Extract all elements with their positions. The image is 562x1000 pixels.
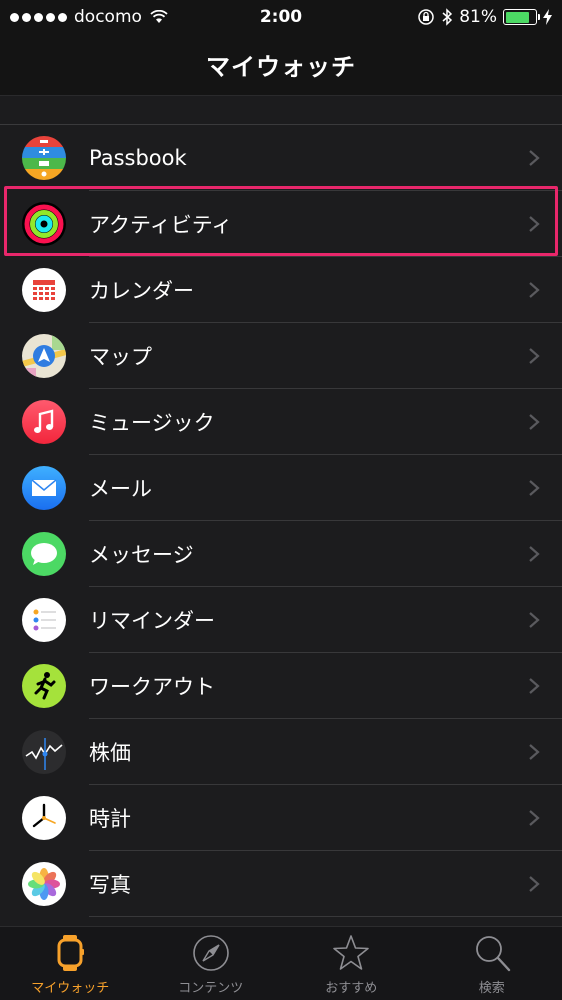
app-row-passbook[interactable]: Passbook xyxy=(0,125,562,191)
calendar-icon xyxy=(22,268,66,312)
chevron-right-icon xyxy=(529,546,540,562)
app-row-stocks[interactable]: 株価 xyxy=(0,719,562,785)
page-title: マイウォッチ xyxy=(206,53,356,81)
music-icon xyxy=(22,400,66,444)
app-row-clock[interactable]: 時計 xyxy=(0,785,562,851)
chevron-right-icon xyxy=(529,414,540,430)
app-row-label: 株価 xyxy=(89,741,131,765)
chevron-right-icon xyxy=(529,810,540,826)
tab-my-watch[interactable]: マイウォッチ xyxy=(0,927,141,1000)
app-row-label: カレンダー xyxy=(89,279,194,303)
bluetooth-icon xyxy=(442,8,453,26)
photos-icon xyxy=(22,862,66,906)
chevron-right-icon xyxy=(529,876,540,892)
app-row-label: 時計 xyxy=(89,807,131,831)
reminders-icon xyxy=(22,598,66,642)
chevron-right-icon xyxy=(529,678,540,694)
chevron-right-icon xyxy=(529,150,540,166)
workout-icon xyxy=(22,664,66,708)
tab-featured[interactable]: おすすめ xyxy=(281,927,422,1000)
app-row-label: メール xyxy=(89,477,152,501)
tab-content[interactable]: コンテンツ xyxy=(141,927,282,1000)
app-row-label: Passbook xyxy=(89,146,187,170)
watch-icon xyxy=(57,935,85,971)
app-row-mail[interactable]: メール xyxy=(0,455,562,521)
chevron-right-icon xyxy=(529,348,540,364)
tab-search[interactable]: 検索 xyxy=(422,927,562,1000)
passbook-icon xyxy=(22,136,66,180)
chevron-right-icon xyxy=(529,216,540,232)
chevron-right-icon xyxy=(529,282,540,298)
app-row-calendar[interactable]: カレンダー xyxy=(0,257,562,323)
mail-icon xyxy=(22,466,66,510)
compass-icon xyxy=(192,935,229,971)
stocks-icon xyxy=(22,730,66,774)
app-row-label: ミュージック xyxy=(89,411,215,435)
app-row-label: マップ xyxy=(89,345,152,369)
chevron-right-icon xyxy=(529,612,540,628)
tab-label: 検索 xyxy=(478,981,505,996)
chevron-right-icon xyxy=(529,744,540,760)
app-row-workout[interactable]: ワークアウト xyxy=(0,653,562,719)
star-icon xyxy=(333,935,370,970)
app-row-activity[interactable]: アクティビティ xyxy=(0,191,562,257)
app-row-photos[interactable]: 写真 xyxy=(0,851,562,917)
search-icon xyxy=(475,936,510,972)
app-row-reminders[interactable]: リマインダー xyxy=(0,587,562,653)
tab-label: マイウォッチ xyxy=(31,981,110,996)
maps-icon xyxy=(22,334,66,378)
app-row-maps[interactable]: マップ xyxy=(0,323,562,389)
messages-icon xyxy=(22,532,66,576)
app-row-label: アクティビティ xyxy=(89,213,233,237)
app-list: Passbook アクティビティ カレンダー マップ ミュージック メール メッ… xyxy=(0,124,562,917)
charging-bolt-icon xyxy=(543,9,552,25)
app-row-music[interactable]: ミュージック xyxy=(0,389,562,455)
chevron-right-icon xyxy=(529,480,540,496)
clock-icon xyxy=(22,796,66,840)
app-row-messages[interactable]: メッセージ xyxy=(0,521,562,587)
tab-bar: マイウォッチ コンテンツ おすすめ 検索 xyxy=(0,926,562,1000)
tab-label: おすすめ xyxy=(325,981,378,996)
orientation-lock-icon xyxy=(418,9,434,25)
app-row-label: 写真 xyxy=(89,873,131,897)
navigation-bar: マイウォッチ xyxy=(0,34,562,96)
app-row-label: リマインダー xyxy=(89,609,215,633)
tab-label: コンテンツ xyxy=(178,981,244,996)
activity-icon xyxy=(22,202,66,246)
battery-percent: 81% xyxy=(459,7,497,27)
app-row-label: メッセージ xyxy=(89,543,194,567)
app-row-label: ワークアウト xyxy=(89,675,215,699)
battery-icon xyxy=(503,9,540,25)
status-bar: docomo 2:00 81% xyxy=(0,0,562,34)
battery-level-fill xyxy=(505,11,529,23)
